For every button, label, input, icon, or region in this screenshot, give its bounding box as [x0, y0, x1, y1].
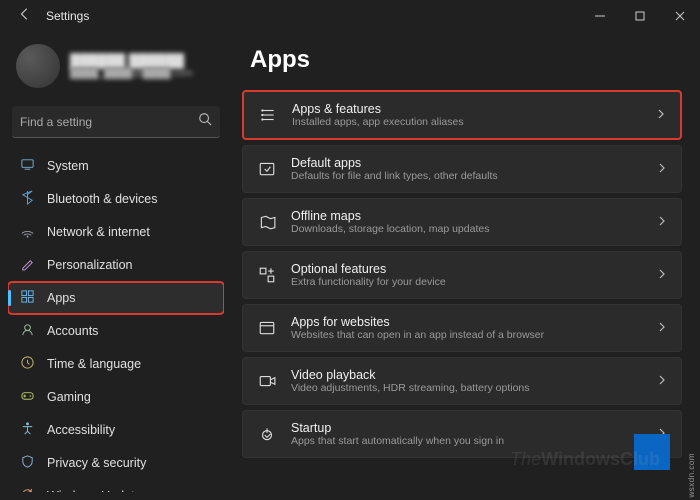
websites-icon	[257, 319, 277, 337]
gaming-icon	[20, 388, 35, 406]
sidebar-item-personalization[interactable]: Personalization	[8, 249, 224, 281]
sidebar-item-update[interactable]: Windows Update	[8, 480, 224, 492]
profile-name: ██████ ██████	[70, 53, 192, 68]
card-title: Default apps	[291, 156, 643, 170]
minimize-button[interactable]	[580, 0, 620, 32]
sidebar-item-privacy[interactable]: Privacy & security	[8, 447, 224, 479]
card-title: Apps & features	[292, 102, 642, 116]
card-subtitle: Apps that start automatically when you s…	[291, 435, 643, 447]
optional-icon	[257, 266, 277, 284]
sidebar-item-label: Windows Update	[47, 489, 142, 492]
chevron-right-icon	[657, 319, 667, 337]
card-title: Video playback	[291, 368, 643, 382]
card-subtitle: Installed apps, app execution aliases	[292, 116, 642, 128]
sidebar-item-time[interactable]: Time & language	[8, 348, 224, 380]
card-subtitle: Websites that can open in an app instead…	[291, 329, 643, 341]
accounts-icon	[20, 322, 35, 340]
sidebar-item-system[interactable]: System	[8, 150, 224, 182]
profile-email: ████_████@████.com	[70, 68, 192, 79]
chevron-right-icon	[656, 106, 666, 124]
time-icon	[20, 355, 35, 373]
profile-block[interactable]: ██████ ██████ ████_████@████.com	[8, 36, 224, 102]
sidebar-item-label: Accessibility	[47, 423, 115, 437]
card-title: Optional features	[291, 262, 643, 276]
search-box[interactable]	[12, 106, 220, 138]
network-icon	[20, 223, 35, 241]
settings-cards: Apps & featuresInstalled apps, app execu…	[242, 90, 682, 458]
chevron-right-icon	[657, 213, 667, 231]
card-startup[interactable]: StartupApps that start automatically whe…	[242, 410, 682, 458]
back-button[interactable]	[18, 7, 32, 26]
window-title: Settings	[46, 9, 89, 23]
page-title: Apps	[250, 46, 682, 74]
chevron-right-icon	[657, 372, 667, 390]
system-icon	[20, 157, 35, 175]
chevron-right-icon	[657, 266, 667, 284]
sidebar-item-gaming[interactable]: Gaming	[8, 381, 224, 413]
card-subtitle: Defaults for file and link types, other …	[291, 170, 643, 182]
video-icon	[257, 372, 277, 390]
chevron-right-icon	[657, 425, 667, 443]
sidebar-item-label: Bluetooth & devices	[47, 192, 158, 206]
default-apps-icon	[257, 160, 277, 178]
attribution: wsxdn.com	[687, 453, 696, 498]
startup-icon	[257, 425, 277, 443]
search-input[interactable]	[20, 115, 198, 129]
update-icon	[20, 487, 35, 492]
card-default-apps[interactable]: Default appsDefaults for file and link t…	[242, 145, 682, 193]
accessibility-icon	[20, 421, 35, 439]
privacy-icon	[20, 454, 35, 472]
nav-list: System Bluetooth & devices Network & inter…	[8, 150, 224, 492]
card-title: Offline maps	[291, 209, 643, 223]
sidebar: ██████ ██████ ████_████@████.com System B…	[0, 32, 232, 500]
card-optional[interactable]: Optional featuresExtra functionality for…	[242, 251, 682, 299]
sidebar-item-accounts[interactable]: Accounts	[8, 315, 224, 347]
sidebar-item-network[interactable]: Network & internet	[8, 216, 224, 248]
search-icon	[198, 112, 212, 131]
avatar	[16, 44, 60, 88]
apps-features-icon	[258, 106, 278, 124]
content-area: Apps Apps & featuresInstalled apps, app …	[232, 32, 700, 500]
sidebar-item-label: Gaming	[47, 390, 91, 404]
personalization-icon	[20, 256, 35, 274]
sidebar-item-label: System	[47, 159, 89, 173]
sidebar-item-accessibility[interactable]: Accessibility	[8, 414, 224, 446]
card-websites[interactable]: Apps for websitesWebsites that can open …	[242, 304, 682, 352]
sidebar-item-label: Personalization	[47, 258, 132, 272]
maps-icon	[257, 213, 277, 231]
chevron-right-icon	[657, 160, 667, 178]
close-button[interactable]	[660, 0, 700, 32]
sidebar-item-label: Network & internet	[47, 225, 150, 239]
apps-icon	[20, 289, 35, 307]
card-subtitle: Downloads, storage location, map updates	[291, 223, 643, 235]
card-subtitle: Extra functionality for your device	[291, 276, 643, 288]
maximize-button[interactable]	[620, 0, 660, 32]
sidebar-item-label: Time & language	[47, 357, 141, 371]
sidebar-item-label: Privacy & security	[47, 456, 146, 470]
card-subtitle: Video adjustments, HDR streaming, batter…	[291, 382, 643, 394]
card-maps[interactable]: Offline mapsDownloads, storage location,…	[242, 198, 682, 246]
sidebar-item-label: Accounts	[47, 324, 98, 338]
sidebar-item-bluetooth[interactable]: Bluetooth & devices	[8, 183, 224, 215]
card-title: Apps for websites	[291, 315, 643, 329]
card-title: Startup	[291, 421, 643, 435]
card-video[interactable]: Video playbackVideo adjustments, HDR str…	[242, 357, 682, 405]
card-apps-features[interactable]: Apps & featuresInstalled apps, app execu…	[242, 90, 682, 140]
sidebar-item-apps[interactable]: Apps	[8, 282, 224, 314]
bluetooth-icon	[20, 190, 35, 208]
sidebar-item-label: Apps	[47, 291, 76, 305]
titlebar: Settings	[0, 0, 700, 32]
